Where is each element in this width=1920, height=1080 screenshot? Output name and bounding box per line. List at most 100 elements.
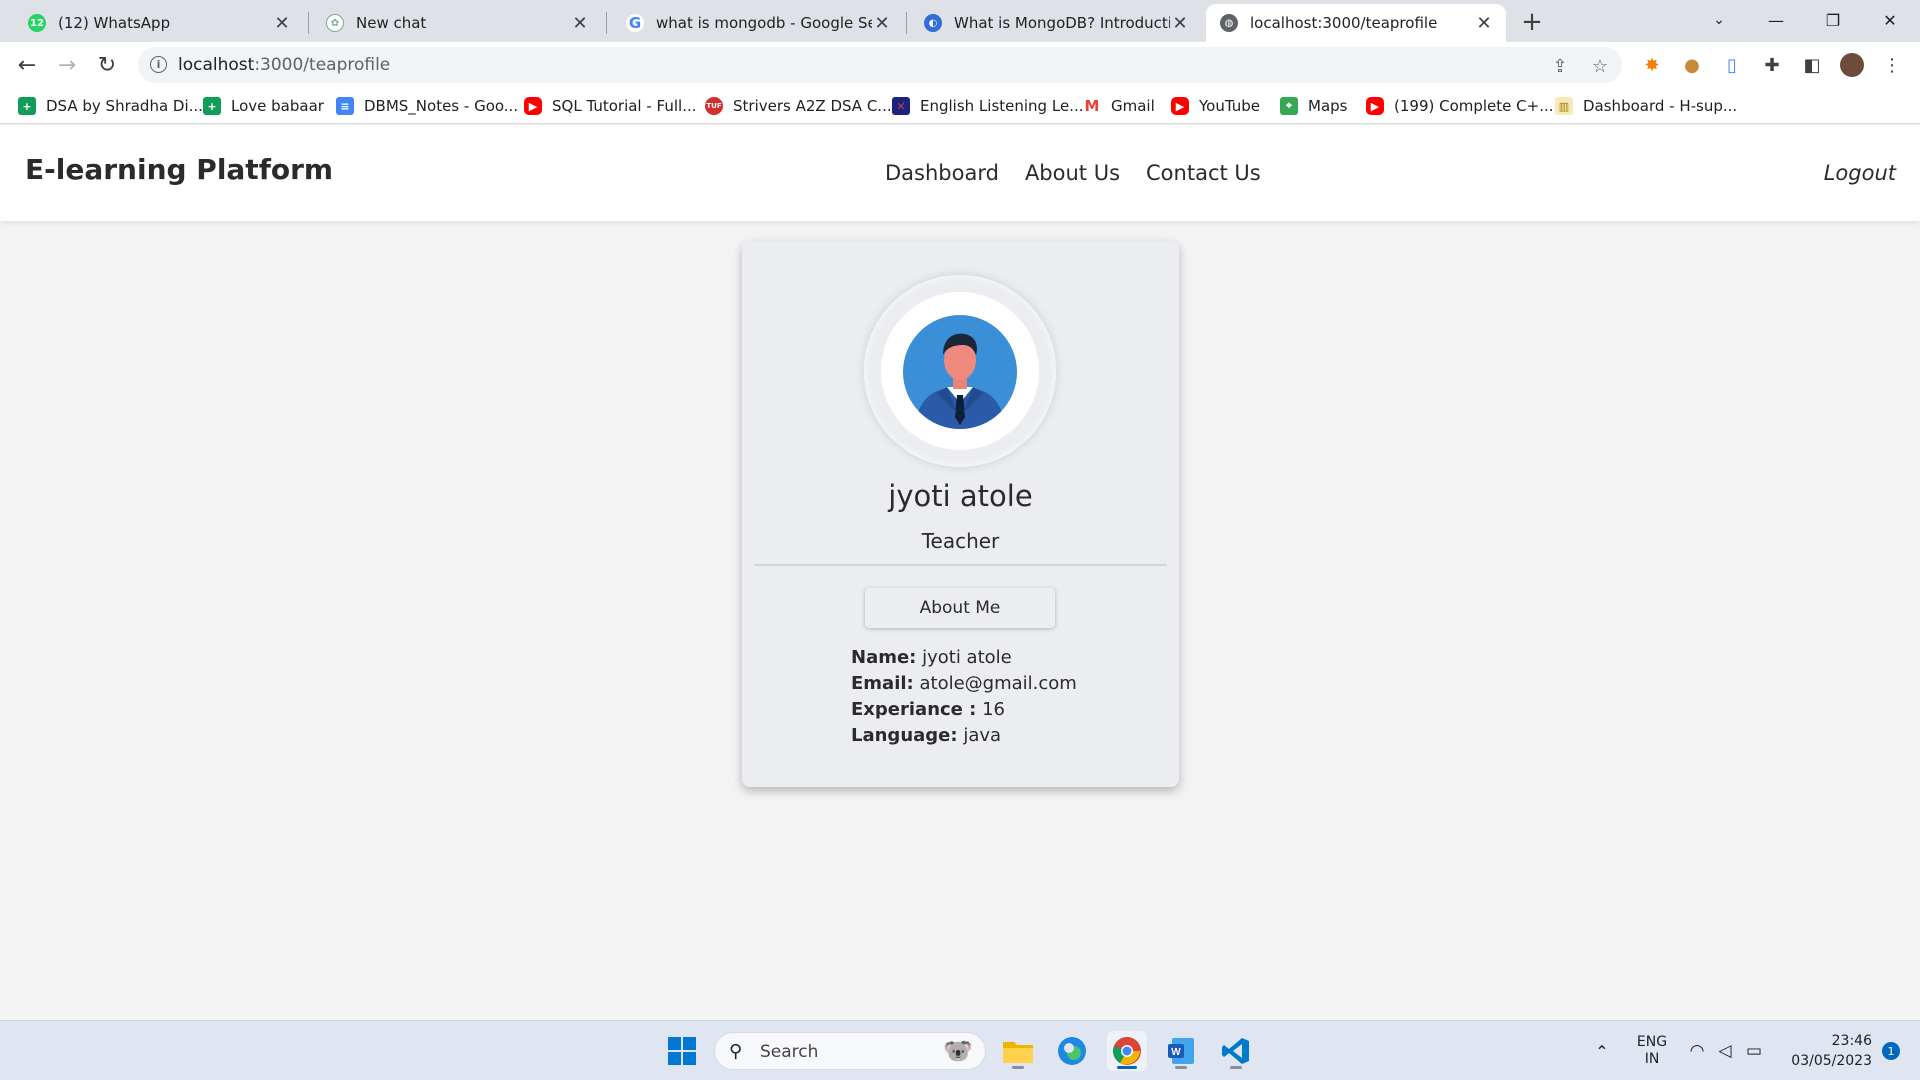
- detail-label: Email:: [851, 673, 914, 694]
- svg-text:W: W: [1171, 1047, 1181, 1058]
- reload-button[interactable]: ↻: [92, 50, 122, 80]
- share-icon[interactable]: ⇪: [1548, 55, 1572, 77]
- minimize-button[interactable]: —: [1756, 4, 1796, 36]
- bookmark-label: Maps: [1308, 97, 1348, 115]
- tab-mongodb-intro[interactable]: ◐ What is MongoDB? Introduction, ✕: [910, 4, 1202, 42]
- profile-card: jyoti atole Teacher About Me Name: jyoti…: [742, 241, 1179, 787]
- bookmark-item[interactable]: ⌖ Maps: [1280, 94, 1347, 118]
- docs-extension-icon[interactable]: ▯: [1720, 53, 1744, 77]
- tab-google-search[interactable]: G what is mongodb - Google Searc ✕: [612, 4, 904, 42]
- extensions-puzzle-icon[interactable]: ✚: [1760, 53, 1784, 77]
- mongodb-site-icon: ◐: [924, 14, 942, 32]
- search-placeholder: Search: [760, 1042, 819, 1062]
- logout-link[interactable]: Logout: [1824, 161, 1896, 185]
- tuf-icon: TUF: [705, 97, 723, 115]
- bookmark-item[interactable]: M Gmail: [1083, 94, 1155, 118]
- profile-avatar[interactable]: [1840, 53, 1864, 77]
- bookmark-item[interactable]: ▶ (199) Complete C+...: [1366, 94, 1554, 118]
- edge-icon: [1058, 1037, 1086, 1065]
- nav-about-link[interactable]: About Us: [1025, 161, 1120, 185]
- active-indicator: [1117, 1066, 1137, 1069]
- start-button[interactable]: [662, 1031, 702, 1071]
- forward-button[interactable]: →: [52, 50, 82, 80]
- site-nav-links: Dashboard About Us Contact Us: [885, 161, 1261, 185]
- detail-value: 16: [982, 699, 1005, 720]
- volume-icon[interactable]: ◁: [1712, 1021, 1738, 1080]
- clock[interactable]: 23:46 03/05/2023: [1778, 1021, 1872, 1080]
- bookmark-label: YouTube: [1199, 97, 1260, 115]
- detail-label: Name:: [851, 647, 917, 668]
- language-indicator[interactable]: ENG IN: [1630, 1021, 1674, 1080]
- file-explorer-app[interactable]: [998, 1031, 1038, 1071]
- detail-name-row: Name: jyoti atole: [851, 645, 1077, 671]
- taskbar-search[interactable]: ⚲ Search 🐨: [714, 1032, 986, 1070]
- bookmark-star-icon[interactable]: ☆: [1588, 55, 1612, 77]
- vscode-app[interactable]: [1216, 1031, 1256, 1071]
- close-tab-icon[interactable]: ✕: [1474, 13, 1494, 34]
- bookmark-item[interactable]: ▶ YouTube: [1171, 94, 1260, 118]
- notification-badge: 1: [1882, 1042, 1900, 1060]
- bookmark-item[interactable]: ▶ SQL Tutorial - Full...: [524, 94, 697, 118]
- browser-toolbar: ← → ↻ i localhost:3000/teaprofile ⇪ ☆ ✸ …: [0, 42, 1920, 88]
- chrome-app[interactable]: [1107, 1031, 1147, 1071]
- bookmark-item[interactable]: + Love babaar: [203, 94, 324, 118]
- bookmark-label: (199) Complete C+...: [1394, 97, 1554, 115]
- site-info-icon[interactable]: i: [150, 56, 167, 73]
- wifi-icon[interactable]: ◠: [1684, 1021, 1710, 1080]
- show-hidden-icons-chevron[interactable]: ⌃: [1590, 1021, 1614, 1080]
- tab-new-chat[interactable]: ✿ New chat ✕: [312, 4, 602, 42]
- uk-flag-icon: ✕: [892, 97, 910, 115]
- nav-dashboard-link[interactable]: Dashboard: [885, 161, 999, 185]
- close-tab-icon[interactable]: ✕: [1170, 13, 1190, 34]
- close-window-button[interactable]: ✕: [1870, 4, 1910, 36]
- extension-orange-icon[interactable]: ✸: [1640, 53, 1664, 77]
- address-bar[interactable]: i localhost:3000/teaprofile ⇪ ☆: [138, 47, 1622, 83]
- bookmark-item[interactable]: ▥ Dashboard - H-sup...: [1555, 94, 1737, 118]
- edge-app[interactable]: [1052, 1031, 1092, 1071]
- word-app[interactable]: W: [1161, 1031, 1201, 1071]
- site-brand[interactable]: E-learning Platform: [25, 153, 333, 186]
- side-panel-icon[interactable]: ◧: [1800, 53, 1824, 77]
- restore-button[interactable]: ❐: [1813, 4, 1853, 36]
- bookmark-label: Love babaar: [231, 97, 324, 115]
- word-icon: W: [1168, 1038, 1194, 1064]
- tab-teaprofile[interactable]: ◍ localhost:3000/teaprofile ✕: [1206, 4, 1506, 42]
- vscode-icon: [1222, 1038, 1249, 1064]
- close-tab-icon[interactable]: ✕: [872, 13, 892, 34]
- detail-label: Experiance :: [851, 699, 977, 720]
- youtube-icon: ▶: [1171, 97, 1189, 115]
- url-text: localhost:3000/teaprofile: [178, 55, 390, 75]
- bookmark-item[interactable]: ✕ English Listening Le...: [892, 94, 1083, 118]
- cookie-extension-icon[interactable]: ●: [1680, 53, 1704, 77]
- chrome-menu-icon[interactable]: ⋮: [1880, 53, 1904, 77]
- teacher-avatar: [903, 315, 1017, 429]
- bookmark-item[interactable]: TUF Strivers A2Z DSA C...: [705, 94, 892, 118]
- bookmark-item[interactable]: ≡ DBMS_Notes - Goo...: [336, 94, 518, 118]
- maps-icon: ⌖: [1280, 97, 1298, 115]
- new-tab-button[interactable]: +: [1518, 7, 1546, 37]
- docs-icon: ≡: [336, 97, 354, 115]
- tab-title: localhost:3000/teaprofile: [1250, 14, 1438, 32]
- battery-icon[interactable]: ▭: [1740, 1021, 1768, 1080]
- avatar-background: [881, 292, 1039, 450]
- nav-contact-link[interactable]: Contact Us: [1146, 161, 1261, 185]
- profile-name: jyoti atole: [888, 479, 1033, 513]
- detail-value: atole@gmail.com: [919, 673, 1077, 694]
- tab-search-icon[interactable]: ⌄: [1699, 4, 1739, 36]
- detail-label: Language:: [851, 725, 958, 746]
- dashboard-icon: ▥: [1555, 97, 1573, 115]
- close-tab-icon[interactable]: ✕: [570, 13, 590, 34]
- about-me-button[interactable]: About Me: [865, 588, 1055, 628]
- bookmark-label: English Listening Le...: [920, 97, 1084, 115]
- url-host: localhost: [178, 55, 255, 75]
- tab-title: New chat: [356, 14, 427, 32]
- profile-details: Name: jyoti atole Email: atole@gmail.com…: [851, 645, 1077, 749]
- close-tab-icon[interactable]: ✕: [272, 13, 292, 34]
- youtube-icon: ▶: [1366, 97, 1384, 115]
- notification-center[interactable]: 1: [1876, 1021, 1906, 1080]
- tab-whatsapp[interactable]: 12 (12) WhatsApp ✕: [14, 4, 304, 42]
- back-button[interactable]: ←: [12, 50, 42, 80]
- chrome-icon: [1113, 1037, 1141, 1065]
- bookmark-item[interactable]: + DSA by Shradha Di...: [18, 94, 203, 118]
- detail-value: jyoti atole: [922, 647, 1012, 668]
